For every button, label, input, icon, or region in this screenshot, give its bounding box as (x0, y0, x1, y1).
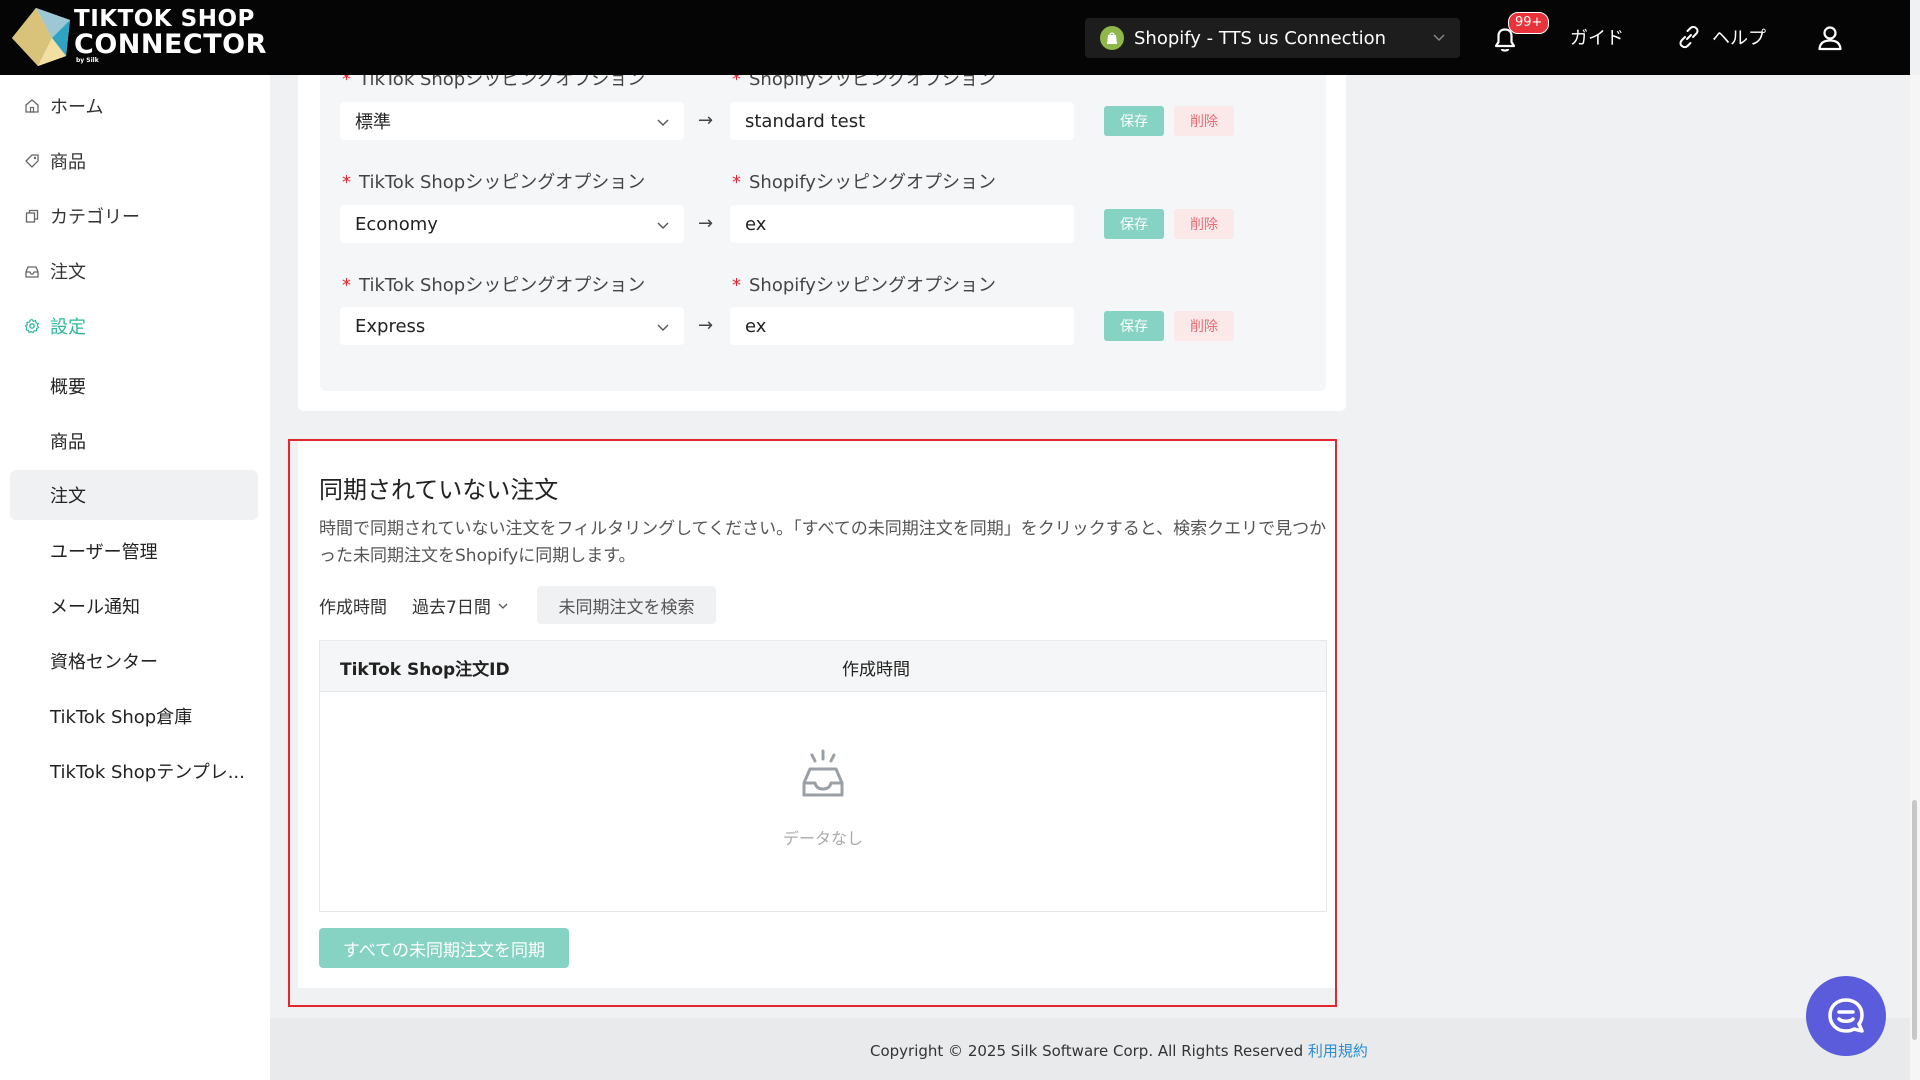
sidebar-subitem-user-management[interactable]: ユーザー管理 (10, 526, 258, 576)
tts-shipping-label: * TikTok Shopシッピングオプション (342, 172, 646, 193)
sidebar-item-settings[interactable]: 設定 (24, 311, 86, 341)
column-created-time: 作成時間 (842, 660, 910, 680)
sidebar-subitem-orders[interactable]: 注文 (10, 470, 258, 520)
help-link[interactable]: ヘルプ (1676, 24, 1766, 50)
arrow-right-icon: → (698, 315, 714, 336)
empty-inbox-icon (802, 749, 844, 797)
shopify-shipping-input[interactable]: standard test (730, 102, 1074, 140)
gear-icon (24, 318, 40, 334)
sidebar-subitem-credential-center[interactable]: 資格センター (10, 636, 258, 686)
sidebar-subitem-products[interactable]: 商品 (10, 416, 258, 466)
delete-button[interactable]: 削除 (1174, 311, 1234, 341)
column-order-id: TikTok Shop注文ID (340, 660, 510, 680)
chevron-down-icon (498, 603, 508, 609)
arrow-right-icon: → (698, 110, 714, 131)
chat-icon (1828, 998, 1864, 1033)
empty-state-text: データなし (782, 829, 863, 848)
notification-badge: 99+ (1508, 12, 1550, 34)
shopify-shipping-label: * Shopifyシッピングオプション (732, 172, 996, 193)
tts-shipping-label: * TikTok Shopシッピングオプション (342, 275, 646, 296)
tts-shipping-label: * TikTok Shopシッピングオプション (342, 75, 646, 90)
chevron-down-icon (657, 324, 669, 331)
unsynced-orders-table: TikTok Shop注文ID 作成時間 データなし (319, 640, 1327, 912)
terms-link[interactable]: 利用規約 (1308, 1042, 1368, 1060)
sync-all-unsynced-button[interactable]: すべての未同期注文を同期 (319, 928, 569, 968)
sidebar-item-orders[interactable]: 注文 (24, 256, 86, 286)
section-title: 同期されていない注文 (319, 476, 559, 504)
sidebar: ホーム 商品 カテゴリー 注文 設定 概要 商品 注文 ユーザー管理 メール通知… (0, 75, 270, 1080)
top-header: TIKTOK SHOP CONNECTOR by Silk Shopify - … (0, 0, 1910, 75)
delete-button[interactable]: 削除 (1174, 209, 1234, 239)
shopify-shipping-input[interactable]: ex (730, 205, 1074, 243)
store-selector[interactable]: Shopify - TTS us Connection (1085, 18, 1460, 58)
user-icon[interactable] (1816, 24, 1844, 52)
section-description: 時間で同期されていない注文をフィルタリングしてください。「すべての未同期注文を同… (319, 519, 1327, 566)
copyright-text: Copyright © 2025 Silk Software Corp. All… (870, 1042, 1304, 1060)
copy-icon (25, 209, 39, 223)
home-icon (25, 99, 39, 113)
logo-wordmark: TIKTOK SHOP CONNECTOR by Silk (74, 8, 267, 64)
chevron-down-icon (1433, 34, 1445, 41)
sidebar-item-label: 商品 (50, 152, 86, 173)
sidebar-item-label: 注文 (50, 262, 86, 283)
guide-label: ガイド (1570, 28, 1624, 49)
delete-button[interactable]: 削除 (1174, 106, 1234, 136)
save-button[interactable]: 保存 (1104, 209, 1164, 239)
chat-button[interactable] (1806, 976, 1886, 1056)
time-range-value: 過去7日間 (412, 598, 491, 618)
sidebar-item-home[interactable]: ホーム (24, 91, 103, 121)
time-range-dropdown[interactable]: 過去7日間 (412, 593, 509, 618)
sidebar-item-label: ホーム (50, 97, 104, 118)
save-button[interactable]: 保存 (1104, 311, 1164, 341)
search-unsynced-button[interactable]: 未同期注文を検索 (537, 586, 716, 624)
inbox-icon (25, 266, 39, 278)
tag-icon (25, 154, 39, 168)
footer-copyright: Copyright © 2025 Silk Software Corp. All… (870, 1040, 1368, 1061)
sidebar-item-label: 設定 (50, 317, 86, 338)
arrow-right-icon: → (698, 213, 714, 234)
created-time-label: 作成時間 (319, 598, 387, 618)
help-label: ヘルプ (1712, 28, 1766, 49)
sidebar-subitem-email-notifications[interactable]: メール通知 (10, 581, 258, 631)
guide-link[interactable]: ガイド (1570, 24, 1624, 50)
shopify-shipping-label: * Shopifyシッピングオプション (732, 75, 996, 90)
sidebar-subitem-overview[interactable]: 概要 (10, 361, 258, 411)
chevron-down-icon (657, 222, 669, 229)
logo-line-1: TIKTOK SHOP (74, 6, 255, 32)
tts-shipping-select[interactable]: 標準 (340, 102, 684, 140)
shipping-mapping-panel: * TikTok Shopシッピングオプション * Shopifyシッピングオプショ… (320, 75, 1326, 391)
chevron-down-icon (657, 119, 669, 126)
shopify-shipping-label: * Shopifyシッピングオプション (732, 275, 996, 296)
sidebar-subitem-tiktok-templates[interactable]: TikTok Shopテンプレ... (10, 746, 258, 796)
link-icon (1679, 25, 1699, 49)
table-header: TikTok Shop注文ID 作成時間 (320, 641, 1326, 692)
sidebar-item-categories[interactable]: カテゴリー (24, 201, 140, 231)
shopify-icon (1100, 26, 1124, 50)
sidebar-subitem-tiktok-warehouse[interactable]: TikTok Shop倉庫 (10, 691, 258, 741)
footer: Copyright © 2025 Silk Software Corp. All… (270, 1018, 1910, 1080)
sidebar-item-label: カテゴリー (50, 207, 140, 228)
scrollbar-thumb[interactable] (1912, 800, 1917, 1040)
shopify-shipping-input[interactable]: ex (730, 307, 1074, 345)
tts-shipping-select[interactable]: Economy (340, 205, 684, 243)
tts-shipping-select[interactable]: Express (340, 307, 684, 345)
logo-line-2: CONNECTOR (74, 29, 267, 60)
store-name: Shopify - TTS us Connection (1134, 27, 1387, 49)
save-button[interactable]: 保存 (1104, 106, 1164, 136)
sidebar-item-products[interactable]: 商品 (24, 146, 86, 176)
